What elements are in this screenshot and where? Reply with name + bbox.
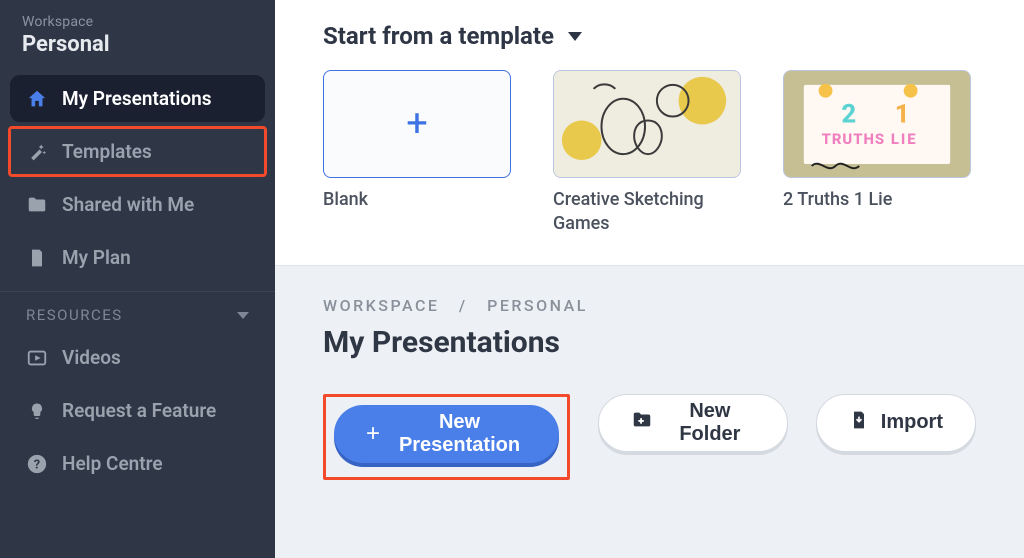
sidebar-item-label: Request a Feature (62, 399, 216, 422)
template-thumb-sketching[interactable] (553, 70, 741, 178)
sidebar-item-videos[interactable]: Videos (10, 334, 265, 381)
breadcrumb: WORKSPACE / PERSONAL (323, 296, 976, 315)
sidebar-item-help-centre[interactable]: ? Help Centre (10, 440, 265, 487)
svg-text:LIE: LIE (891, 130, 918, 148)
invoice-icon (26, 247, 48, 269)
sidebar-item-request-feature[interactable]: Request a Feature (10, 387, 265, 434)
breadcrumb-part[interactable]: PERSONAL (487, 296, 588, 315)
action-row: + New Presentation New Folder Import (323, 394, 976, 480)
svg-text:1: 1 (895, 99, 910, 129)
sidebar-item-label: Shared with Me (62, 193, 194, 216)
breadcrumb-part[interactable]: WORKSPACE (323, 296, 439, 315)
svg-text:2: 2 (841, 99, 856, 129)
truths-art-icon: 2 1 TRUTHS LIE (784, 71, 970, 178)
resources-header-label: RESOURCES (26, 306, 123, 324)
help-icon: ? (26, 453, 48, 475)
breadcrumb-sep: / (459, 296, 468, 315)
sidebar-item-label: Help Centre (62, 452, 163, 475)
primary-nav: My Presentations Templates Shared with M… (10, 75, 265, 281)
highlight-box: + New Presentation (323, 394, 570, 480)
template-cards: + Blank Creative Sketching Ga (323, 70, 984, 237)
sidebar-item-templates[interactable]: Templates (10, 128, 265, 175)
button-label: New Folder (665, 400, 755, 446)
button-label: Import (881, 411, 943, 434)
workspace-label: Workspace (22, 14, 253, 30)
templates-pane: Start from a template + Blank (275, 0, 1024, 265)
sidebar-item-label: Templates (62, 140, 152, 163)
new-presentation-button[interactable]: + New Presentation (334, 405, 559, 463)
templates-dropdown[interactable]: Start from a template (323, 22, 984, 50)
sidebar-item-shared[interactable]: Shared with Me (10, 181, 265, 228)
home-icon (26, 88, 48, 110)
import-button[interactable]: Import (816, 394, 976, 452)
caret-down-icon (568, 32, 582, 41)
template-thumb-blank[interactable]: + (323, 70, 511, 178)
folder-shared-icon (26, 194, 48, 216)
import-icon (849, 409, 869, 437)
resources-nav: Videos Request a Feature ? Help Centre (10, 334, 265, 487)
plus-icon: + (406, 105, 428, 143)
sidebar-item-my-plan[interactable]: My Plan (10, 234, 265, 281)
template-thumb-truths[interactable]: 2 1 TRUTHS LIE (783, 70, 971, 178)
folder-plus-icon (631, 409, 653, 437)
new-folder-button[interactable]: New Folder (598, 394, 788, 452)
sidebar: Workspace Personal My Presentations Temp… (0, 0, 275, 558)
wand-icon (26, 141, 48, 163)
templates-title: Start from a template (323, 22, 554, 50)
template-card-sketching: Creative Sketching Games (553, 70, 741, 237)
sidebar-item-label: My Presentations (62, 87, 212, 110)
video-icon (26, 347, 48, 369)
workspace-name: Personal (22, 32, 253, 57)
template-card-blank: + Blank (323, 70, 511, 237)
lightbulb-icon (26, 400, 48, 422)
button-label: New Presentation (392, 411, 527, 457)
template-label: Creative Sketching Games (553, 188, 741, 237)
page-title: My Presentations (323, 325, 976, 360)
svg-text:?: ? (34, 457, 40, 472)
divider (0, 291, 275, 292)
workspace-header: Workspace Personal (10, 14, 265, 71)
sketch-art-icon (554, 71, 740, 178)
resources-header[interactable]: RESOURCES (10, 296, 265, 330)
sidebar-item-my-presentations[interactable]: My Presentations (10, 75, 265, 122)
template-card-truths: 2 1 TRUTHS LIE 2 Truths 1 Lie (783, 70, 971, 237)
plus-icon: + (366, 422, 380, 446)
main-content: Start from a template + Blank (275, 0, 1024, 558)
sidebar-item-label: My Plan (62, 246, 131, 269)
template-label: 2 Truths 1 Lie (783, 188, 971, 212)
template-label: Blank (323, 188, 511, 212)
sidebar-item-label: Videos (62, 346, 121, 369)
presentations-pane: WORKSPACE / PERSONAL My Presentations + … (275, 265, 1024, 558)
svg-text:TRUTHS: TRUTHS (822, 130, 886, 148)
chevron-down-icon (237, 312, 249, 319)
